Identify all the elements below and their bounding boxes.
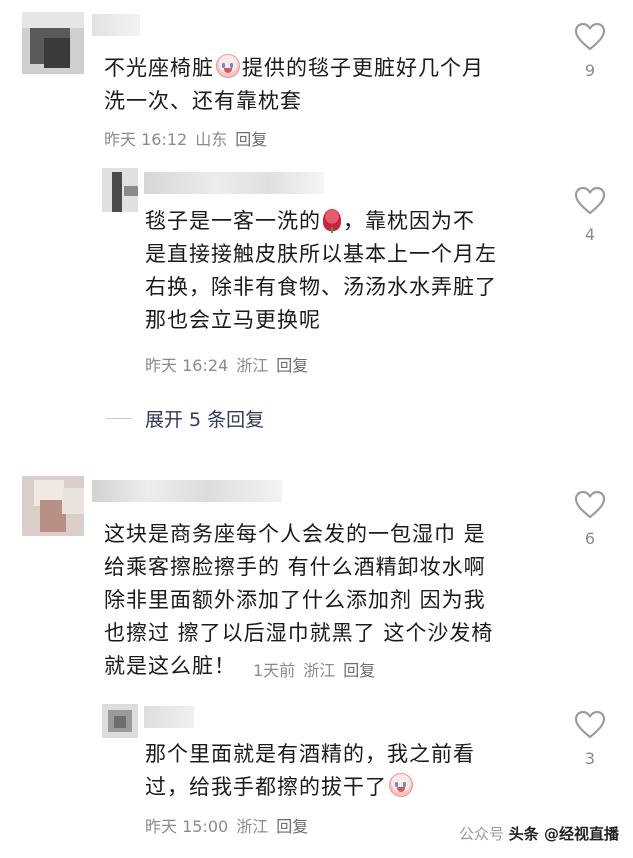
watermark: 公众号 头条 @经视直播 xyxy=(459,823,619,844)
like-count: 3 xyxy=(584,749,596,768)
reply-text: 那个里面就是有酒精的，我之前看 过，给我手都擦的拔干了 xyxy=(145,738,475,804)
reply-meta: 昨天 16:24 浙江 回复 xyxy=(145,352,308,376)
comment-location: 浙江 xyxy=(303,661,336,680)
reply-button[interactable]: 回复 xyxy=(276,356,308,375)
like-button[interactable]: 3 xyxy=(570,710,610,768)
avatar[interactable] xyxy=(102,704,138,738)
comment-text-line: 给乘客擦脸擦手的 有什么酒精卸妆水啊 xyxy=(104,555,486,579)
username-blurred[interactable] xyxy=(92,480,282,502)
watermark-main: 头条 @经视直播 xyxy=(508,825,619,843)
reply-meta: 昨天 15:00 浙江 回复 xyxy=(145,813,308,837)
like-button[interactable]: 6 xyxy=(570,490,610,548)
comment-text-line: 除非里面额外添加了什么添加剂 因为我 xyxy=(104,588,486,612)
comment-text-line: 洗一次、还有靠枕套 xyxy=(104,89,302,113)
comment-meta: 1天前 浙江 回复 xyxy=(253,657,375,681)
heart-icon xyxy=(574,22,606,51)
comment-text-line: 不光座椅脏 xyxy=(104,56,214,80)
reply-text-line: ，靠枕因为不 xyxy=(343,209,475,233)
reply-text-line: 右换，除非有食物、汤汤水水弄脏了 xyxy=(145,275,497,299)
avatar[interactable] xyxy=(102,168,138,212)
comment-text-line: 也擦过 擦了以后湿巾就黑了 这个沙发椅 xyxy=(104,621,494,645)
reply-text-line: 过，给我手都擦的拔干了 xyxy=(145,775,387,799)
reply-button[interactable]: 回复 xyxy=(235,130,267,149)
heart-icon xyxy=(574,490,606,519)
reply-text: 毯子是一客一洗的 ，靠枕因为不 是直接接触皮肤所以基本上一个月左 右换，除非有食物… xyxy=(145,205,497,337)
comment-text-line: 这块是商务座每个人会发的一包湿巾 是 xyxy=(104,522,486,546)
username-blurred[interactable] xyxy=(144,706,194,728)
reply-text-line: 是直接接触皮肤所以基本上一个月左 xyxy=(145,242,497,266)
watermark-left: 公众号 xyxy=(458,825,504,843)
crying-face-emoji-icon xyxy=(389,773,413,797)
like-count: 4 xyxy=(584,225,596,244)
comment-time: 1天前 xyxy=(253,661,296,680)
comment-text: 不光座椅脏 提供的毯子更脏好几个月 洗一次、还有靠枕套 xyxy=(104,52,484,118)
reply-time: 昨天 16:24 xyxy=(145,356,229,375)
like-count: 9 xyxy=(584,61,596,80)
rose-emoji-icon xyxy=(323,209,341,233)
like-button[interactable]: 9 xyxy=(570,22,610,80)
expand-replies-button[interactable]: 展开 5 条回复 xyxy=(145,405,264,432)
crying-face-emoji-icon xyxy=(216,54,240,78)
like-count: 6 xyxy=(584,529,596,548)
comment-text-line: 就是这么脏！ xyxy=(104,654,236,678)
reply-text-line: 那也会立马更换呢 xyxy=(145,308,321,332)
reply-text-line: 毯子是一客一洗的 xyxy=(145,209,321,233)
like-button[interactable]: 4 xyxy=(570,186,610,244)
reply-location: 浙江 xyxy=(236,817,269,836)
reply-button[interactable]: 回复 xyxy=(343,661,375,680)
reply-button[interactable]: 回复 xyxy=(276,817,308,836)
reply-location: 浙江 xyxy=(236,356,269,375)
comment-time: 昨天 16:12 xyxy=(104,130,188,149)
username-blurred[interactable] xyxy=(92,14,140,36)
expand-divider xyxy=(106,418,132,419)
avatar[interactable] xyxy=(22,12,84,74)
username-blurred[interactable] xyxy=(144,172,324,194)
reply-text-line: 那个里面就是有酒精的，我之前看 xyxy=(145,742,475,766)
comment-location: 山东 xyxy=(195,130,228,149)
avatar[interactable] xyxy=(22,476,84,536)
heart-icon xyxy=(574,186,606,215)
comment-text-line: 提供的毯子更脏好几个月 xyxy=(242,56,484,80)
heart-icon xyxy=(574,710,606,739)
comment-meta: 昨天 16:12 山东 回复 xyxy=(104,126,267,150)
reply-time: 昨天 15:00 xyxy=(145,817,229,836)
